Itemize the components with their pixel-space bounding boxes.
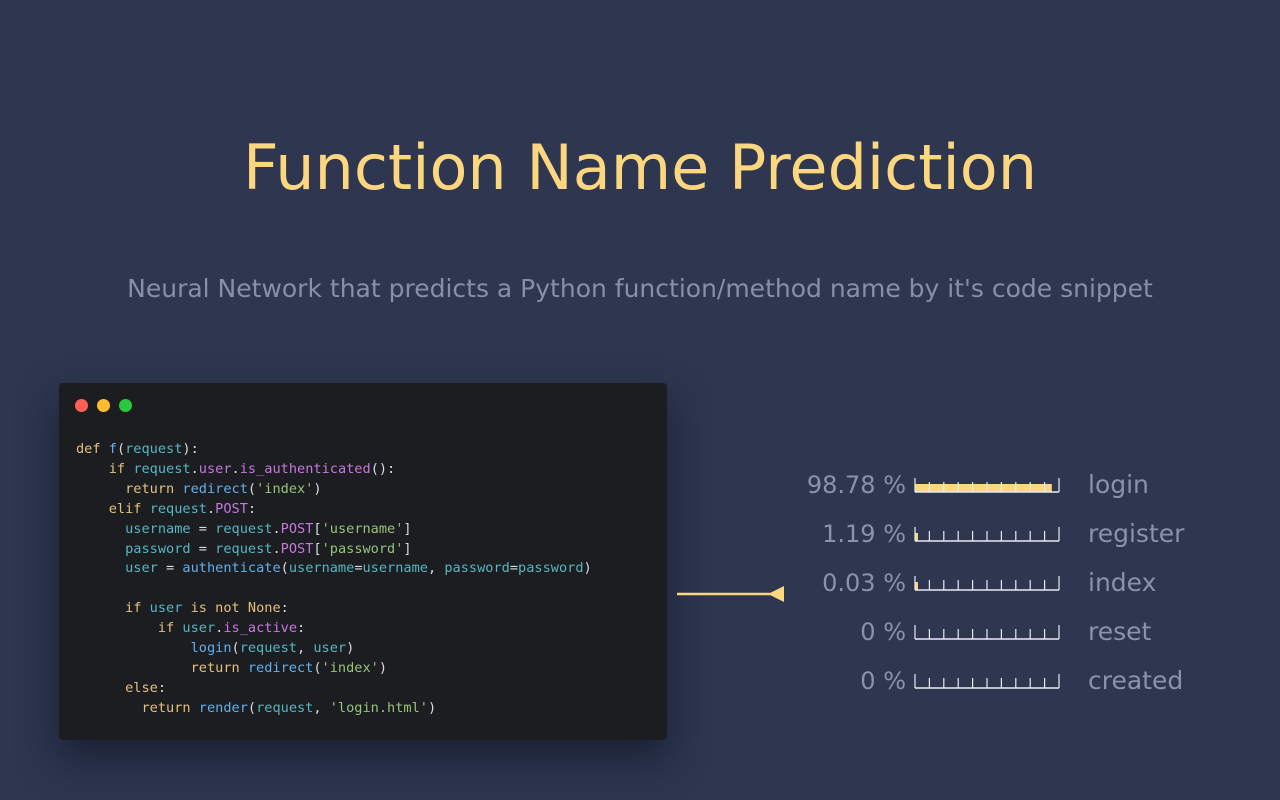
- probability-bar-fill: [915, 533, 918, 541]
- close-dot-icon: [75, 399, 88, 412]
- prediction-percent: 1.19 %: [822, 520, 906, 548]
- probability-bar-fill: [915, 582, 918, 590]
- code-window: def f(request): if request.user.is_authe…: [59, 383, 667, 740]
- prediction-row: 0 % reset: [760, 614, 1240, 650]
- probability-bar: [914, 478, 1060, 493]
- prediction-label: register: [1088, 519, 1185, 548]
- prediction-label: created: [1088, 666, 1184, 695]
- probability-bar-fill: [915, 484, 1052, 492]
- prediction-row: 98.78 % login: [760, 467, 1240, 503]
- prediction-percent: 0 %: [860, 618, 906, 646]
- prediction-label: login: [1088, 470, 1149, 499]
- page-title: Function Name Prediction: [242, 131, 1038, 204]
- prediction-percent: 98.78 %: [806, 471, 906, 499]
- prediction-label: reset: [1088, 617, 1152, 646]
- probability-bar: [914, 625, 1060, 640]
- prediction-percent: 0 %: [860, 667, 906, 695]
- probability-bar: [914, 674, 1060, 689]
- prediction-row: 0 % created: [760, 663, 1240, 699]
- prediction-label: index: [1088, 568, 1157, 597]
- probability-bar: [914, 527, 1060, 542]
- maximize-dot-icon: [119, 399, 132, 412]
- prediction-row: 0.03 % index: [760, 565, 1240, 601]
- probability-bar: [914, 576, 1060, 591]
- prediction-percent: 0.03 %: [822, 569, 906, 597]
- minimize-dot-icon: [97, 399, 110, 412]
- prediction-row: 1.19 % register: [760, 516, 1240, 552]
- page-subtitle: Neural Network that predicts a Python fu…: [127, 274, 1153, 303]
- window-controls: [75, 399, 132, 412]
- code-snippet: def f(request): if request.user.is_authe…: [76, 441, 592, 716]
